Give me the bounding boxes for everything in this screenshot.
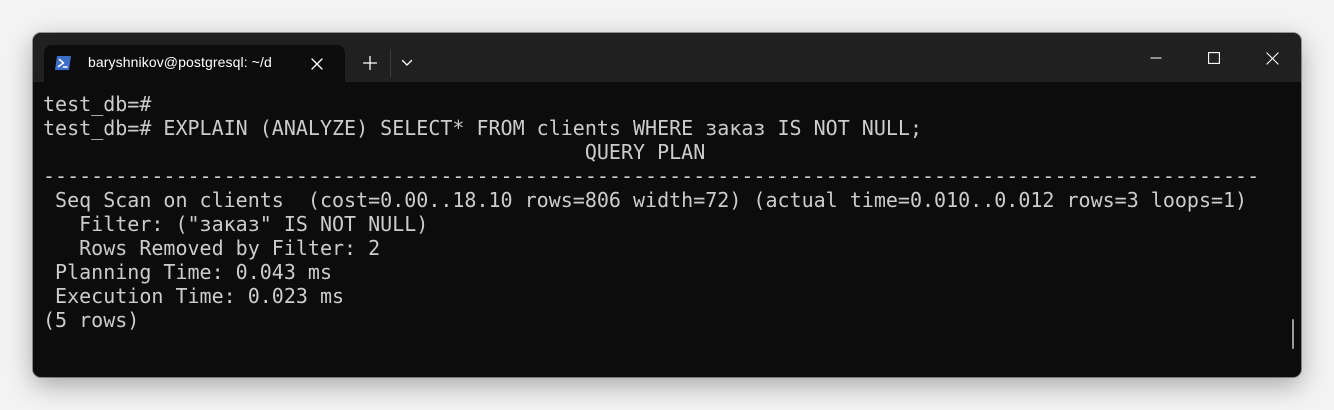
chevron-down-icon xyxy=(401,59,413,66)
maximize-icon xyxy=(1208,52,1220,64)
new-tab-button[interactable] xyxy=(358,51,382,75)
terminal-line-filter: Filter: ("заказ" IS NOT NULL) xyxy=(43,212,429,236)
terminal-output: test_db=# test_db=# EXPLAIN (ANALYZE) SE… xyxy=(43,92,1259,332)
terminal-line-plan-header: QUERY PLAN xyxy=(43,140,706,164)
title-bar: baryshnikov@postgresql: ~/d xyxy=(33,33,1301,82)
plus-icon xyxy=(363,56,377,70)
terminal-line-planning-time: Planning Time: 0.043 ms xyxy=(43,260,332,284)
terminal-line-separator: ----------------------------------------… xyxy=(43,164,1260,188)
terminal-line-rows-removed: Rows Removed by Filter: 2 xyxy=(43,236,381,260)
terminal-window: baryshnikov@postgresql: ~/d test_db=# te… xyxy=(33,33,1301,377)
tab-separator xyxy=(390,49,391,77)
terminal-line-prompt: test_db=# xyxy=(43,92,152,116)
close-window-button[interactable] xyxy=(1250,43,1294,73)
tab-title: baryshnikov@postgresql: ~/d xyxy=(88,54,272,70)
tab-close-icon[interactable] xyxy=(307,54,327,74)
terminal-line-row-count: (5 rows) xyxy=(43,308,140,332)
tab-active[interactable]: baryshnikov@postgresql: ~/d xyxy=(44,45,345,82)
terminal-line-execution-time: Execution Time: 0.023 ms xyxy=(43,284,345,308)
maximize-button[interactable] xyxy=(1192,43,1236,73)
minimize-button[interactable] xyxy=(1134,43,1178,73)
powershell-icon xyxy=(54,55,72,71)
minimize-icon xyxy=(1150,57,1162,59)
close-icon xyxy=(1265,51,1279,65)
tab-dropdown-button[interactable] xyxy=(396,51,418,75)
terminal-line-command: test_db=# EXPLAIN (ANALYZE) SELECT* FROM… xyxy=(43,116,922,140)
terminal-line-seq-scan: Seq Scan on clients (cost=0.00..18.10 ro… xyxy=(43,188,1248,212)
scrollbar-thumb[interactable] xyxy=(1292,319,1294,349)
terminal-area[interactable]: test_db=# test_db=# EXPLAIN (ANALYZE) SE… xyxy=(33,82,1301,377)
